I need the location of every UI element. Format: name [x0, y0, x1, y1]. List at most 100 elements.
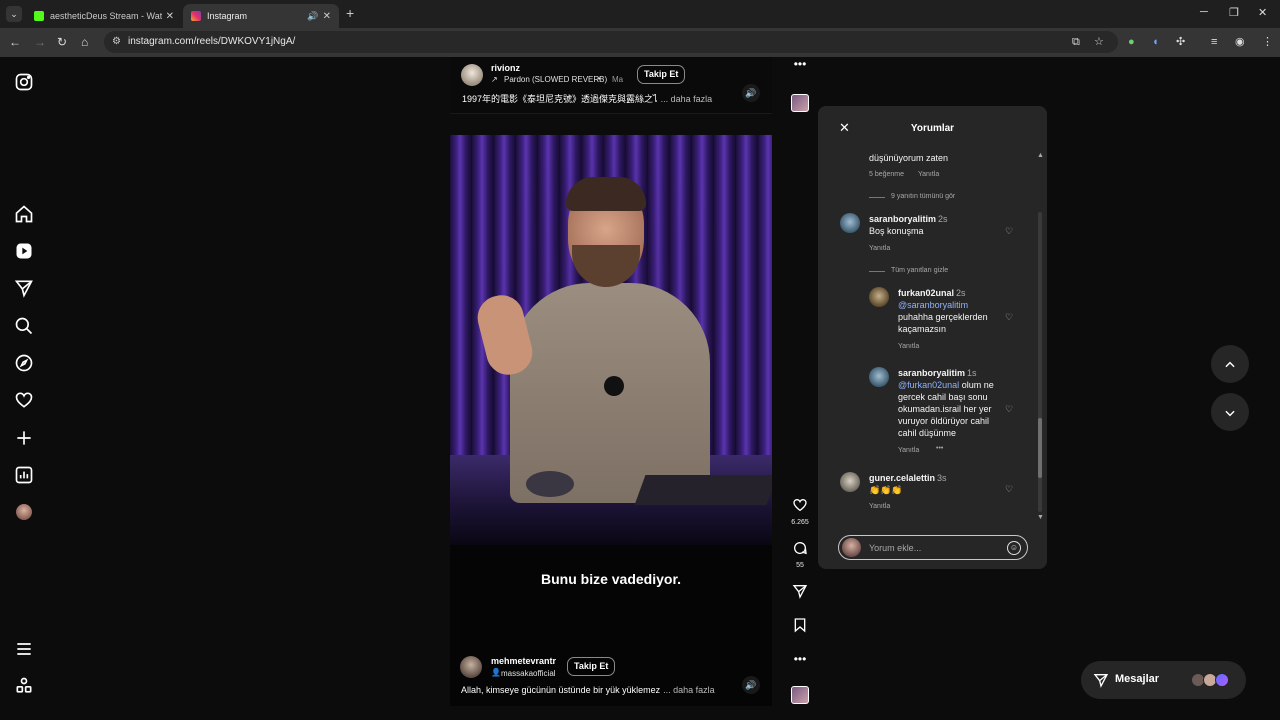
- instagram-logo-icon[interactable]: [14, 72, 34, 92]
- comment-like-icon[interactable]: ♡: [1005, 404, 1013, 415]
- audio-track[interactable]: Pardon (SLOWED REVERB): [504, 75, 607, 84]
- scroll-up-icon[interactable]: ▲: [1037, 152, 1044, 159]
- create-plus-icon[interactable]: [14, 428, 34, 448]
- previous-reel-card[interactable]: rivionz ↗ Pardon (SLOWED REVERB) ▪ Ma Ta…: [450, 57, 772, 114]
- follow-button[interactable]: Takip Et: [567, 657, 616, 676]
- reply-button[interactable]: Yanıtla: [869, 503, 890, 510]
- comment-like-icon[interactable]: ♡: [1005, 226, 1013, 237]
- comment-input[interactable]: [869, 541, 999, 555]
- reply-button[interactable]: Yanıtla: [898, 447, 919, 454]
- avatar[interactable]: [840, 472, 860, 492]
- explore-icon[interactable]: [14, 353, 34, 373]
- forward-icon[interactable]: →: [34, 35, 46, 49]
- audio-thumbnail[interactable]: [791, 94, 809, 112]
- reel-caption[interactable]: 1997年的電影《泰坦尼克號》透過傑克與露絲之ไ... daha fazla: [462, 92, 712, 106]
- browser-tab-kick[interactable]: aestheticDeus Stream - Watch l ✕: [26, 4, 182, 28]
- tab-audio-icon[interactable]: 🔊: [307, 11, 318, 22]
- reel-video[interactable]: Bunu bize vadediyor. mehmetevrantr 👤 mas…: [450, 135, 772, 706]
- more-link[interactable]: ... daha fazla: [661, 94, 713, 104]
- comment-username[interactable]: guner.celalettin: [869, 473, 935, 483]
- avatar[interactable]: [869, 287, 889, 307]
- comment-like-icon[interactable]: ♡: [1005, 312, 1013, 323]
- audio-arrow-icon: ↗: [491, 75, 498, 84]
- more-options-icon[interactable]: •••: [790, 652, 810, 666]
- more-options-icon[interactable]: •••: [790, 57, 810, 71]
- comment-time[interactable]: 2s: [938, 214, 948, 224]
- follow-button[interactable]: Takip Et: [637, 65, 686, 84]
- emoji-icon[interactable]: ☺: [1007, 541, 1021, 555]
- comments-scrollbar-thumb[interactable]: [1038, 418, 1042, 478]
- notifications-heart-icon[interactable]: [14, 390, 34, 410]
- messages-button[interactable]: Mesajlar: [1081, 661, 1246, 699]
- home-icon[interactable]: [14, 204, 34, 224]
- search-icon[interactable]: [14, 316, 34, 336]
- hide-replies-link[interactable]: Tüm yanıtları gizle: [891, 267, 948, 274]
- menu-icon[interactable]: [14, 639, 34, 659]
- messages-label: Mesajlar: [1115, 673, 1160, 685]
- tab-close-icon[interactable]: ✕: [166, 11, 174, 22]
- browser-tab-instagram[interactable]: Instagram 🔊 ✕: [183, 4, 339, 28]
- avatar[interactable]: [869, 367, 889, 387]
- comment-options-icon[interactable]: •••: [936, 445, 943, 452]
- audio-extension-icon[interactable]: ◖: [1152, 35, 1159, 49]
- comment-username[interactable]: saranboryalitim: [869, 214, 936, 224]
- reload-icon[interactable]: ↻: [57, 35, 67, 49]
- home-browser-icon[interactable]: ⌂: [81, 35, 88, 49]
- extension-icon[interactable]: ●: [1128, 35, 1135, 49]
- comment-time[interactable]: 1s: [967, 368, 977, 378]
- comment-button[interactable]: 55: [790, 540, 810, 569]
- avatar[interactable]: [461, 64, 483, 86]
- more-link[interactable]: ... daha fazla: [663, 685, 715, 695]
- maximize-icon[interactable]: ❐: [1229, 6, 1239, 19]
- comment-like-icon[interactable]: ♡: [1005, 484, 1013, 495]
- mute-icon[interactable]: 🔊: [742, 676, 760, 694]
- back-icon[interactable]: ←: [9, 35, 21, 49]
- save-button[interactable]: [790, 617, 810, 638]
- comment-time[interactable]: 2s: [956, 288, 966, 298]
- url-text[interactable]: instagram.com/reels/DWKOVY1jNgA/: [128, 36, 295, 47]
- avatar[interactable]: [460, 656, 482, 678]
- reel-username[interactable]: mehmetevrantr: [491, 656, 556, 666]
- reply-button[interactable]: Yanıtla: [898, 343, 919, 350]
- tab-search-button[interactable]: ⌄: [6, 6, 22, 22]
- minimize-icon[interactable]: ─: [1200, 6, 1208, 18]
- also-from-meta-icon[interactable]: [14, 676, 34, 696]
- media-control-icon[interactable]: ≡: [1211, 35, 1217, 49]
- previous-reel-button[interactable]: [1211, 345, 1249, 383]
- avatar[interactable]: [840, 213, 860, 233]
- bookmark-star-icon[interactable]: ☆: [1094, 35, 1104, 49]
- share-button[interactable]: [790, 583, 810, 604]
- install-app-icon[interactable]: ⧉: [1072, 35, 1080, 49]
- collab-account[interactable]: massakaofficial: [501, 669, 556, 678]
- comment-time[interactable]: 3s: [937, 473, 947, 483]
- address-bar[interactable]: ⚙ instagram.com/reels/DWKOVY1jNgA/: [104, 31, 1118, 53]
- next-reel-button[interactable]: [1211, 393, 1249, 431]
- scroll-down-icon[interactable]: ▼: [1037, 514, 1044, 521]
- site-info-icon[interactable]: ⚙: [112, 36, 121, 47]
- comment-input-box[interactable]: ☺: [838, 535, 1028, 560]
- video-subtitle: Bunu bize vadediyor.: [540, 571, 682, 587]
- tab-close-icon[interactable]: ✕: [323, 11, 331, 22]
- comment-mention[interactable]: @saranboryalitim: [898, 300, 968, 310]
- new-tab-button[interactable]: +: [346, 6, 354, 20]
- reply-button[interactable]: Yanıtla: [918, 171, 939, 178]
- reel-username[interactable]: rivionz: [491, 63, 520, 73]
- view-replies-link[interactable]: 9 yanıtın tümünü gör: [891, 193, 955, 200]
- dashboard-icon[interactable]: [14, 465, 34, 485]
- comment-mention[interactable]: @furkan02unal: [898, 380, 959, 390]
- profile-avatar[interactable]: [16, 504, 32, 520]
- profile-icon[interactable]: ◉: [1235, 35, 1245, 49]
- reply-button[interactable]: Yanıtla: [869, 245, 890, 252]
- browser-menu-icon[interactable]: ⋮: [1262, 35, 1273, 49]
- extensions-puzzle-icon[interactable]: ✣: [1176, 35, 1185, 49]
- audio-thumbnail[interactable]: [791, 686, 809, 704]
- like-button[interactable]: 6.265: [790, 497, 810, 526]
- direct-send-icon[interactable]: [14, 278, 34, 298]
- reels-icon[interactable]: [14, 241, 34, 261]
- close-window-icon[interactable]: ✕: [1258, 6, 1267, 19]
- mute-icon[interactable]: 🔊: [742, 84, 760, 102]
- comment-username[interactable]: furkan02unal: [898, 288, 954, 298]
- comment-like-count[interactable]: 5 beğenme: [869, 171, 904, 178]
- comment-username[interactable]: saranboryalitim: [898, 368, 965, 378]
- reel-caption[interactable]: Allah, kimseye gücünün üstünde bir yük y…: [461, 685, 715, 695]
